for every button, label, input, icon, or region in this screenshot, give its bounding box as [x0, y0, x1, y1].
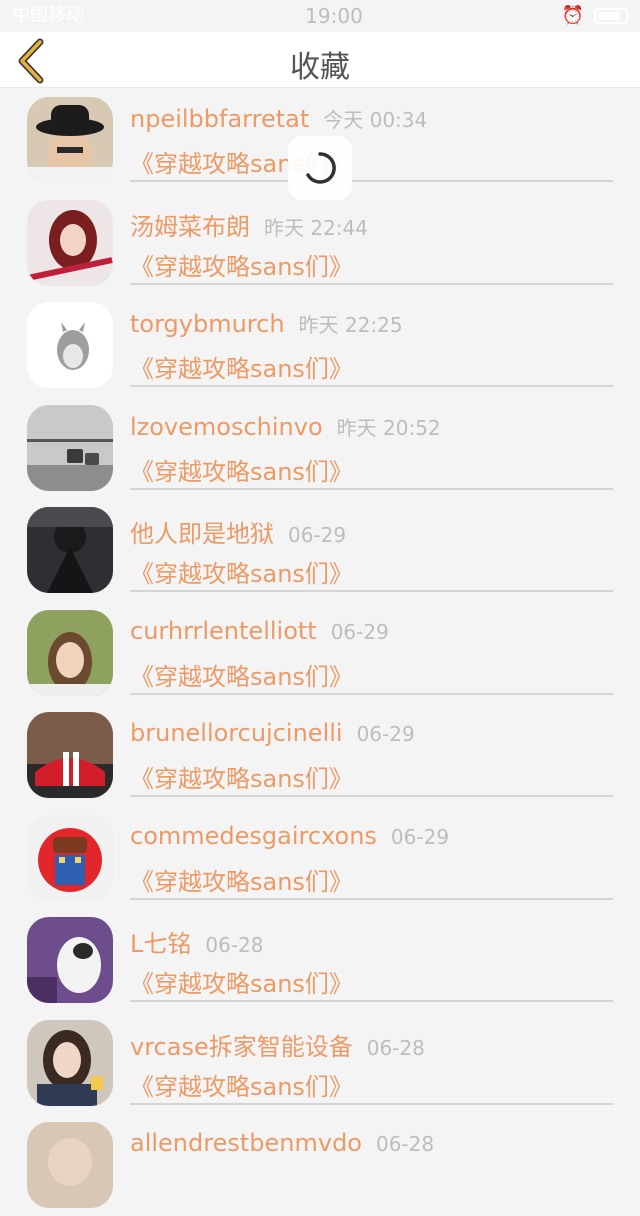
item-meta: 他人即是地狱 06-29 [130, 514, 346, 549]
list-item[interactable]: lzovemoschinvo 昨天 20:52 《穿越攻略sans们》 [0, 396, 640, 499]
status-bar: 中国移动 19:00 ⏰ [0, 0, 640, 32]
timestamp: 06-28 [375, 1132, 435, 1156]
divider [130, 180, 613, 182]
list-item[interactable]: 汤姆菜布朗 昨天 22:44 《穿越攻略sans们》 [0, 191, 640, 294]
timestamp: 今天 00:34 [323, 108, 428, 132]
alarm-icon: ⏰ [561, 5, 584, 26]
list-item[interactable]: allendrestbenmvdo 06-28 [0, 1113, 640, 1216]
user-name[interactable]: brunellorcujcinelli [130, 719, 343, 747]
item-meta: lzovemoschinvo 昨天 20:52 [130, 412, 441, 441]
spinner-icon [306, 152, 336, 184]
avatar[interactable] [27, 97, 113, 183]
status-time: 19:00 [305, 4, 363, 28]
user-name[interactable]: 汤姆菜布朗 [130, 213, 250, 241]
divider [130, 1000, 613, 1002]
item-meta: curhrrlentelliott 06-29 [130, 617, 389, 645]
list-item[interactable]: brunellorcujcinelli 06-29 《穿越攻略sans们》 [0, 703, 640, 806]
item-meta: vrcase拆家智能设备 06-28 [130, 1027, 425, 1062]
list-item[interactable]: torgybmurch 昨天 22:25 《穿越攻略sans们》 [0, 293, 640, 396]
divider [130, 282, 613, 285]
avatar[interactable] [27, 199, 113, 286]
status-indicators: ⏰ [562, 0, 628, 32]
user-name[interactable]: 他人即是地狱 [130, 520, 274, 548]
article-title[interactable]: 《穿越攻略sans们》 [130, 247, 353, 282]
loading-indicator [288, 136, 352, 200]
timestamp: 昨天 22:44 [264, 215, 368, 240]
article-title[interactable]: 《穿越攻略sans们》 [130, 554, 353, 589]
avatar[interactable] [27, 917, 113, 1003]
avatar[interactable] [27, 302, 113, 388]
item-meta: allendrestbenmvdo 06-28 [130, 1129, 434, 1157]
favorites-list: npeilbbfarretat 今天 00:34 《穿越攻略sans们》 汤姆菜布… [0, 88, 640, 1216]
avatar[interactable] [27, 814, 113, 901]
article-title[interactable]: 《穿越攻略sans们》 [130, 349, 353, 384]
user-name[interactable]: vrcase拆家智能设备 [130, 1033, 353, 1061]
list-item[interactable]: commedesgaircxons 06-29 《穿越攻略sans们》 [0, 806, 640, 909]
article-title[interactable]: 《穿越攻略sans们》 [130, 452, 353, 487]
timestamp: 06-28 [366, 1035, 425, 1060]
divider [130, 590, 613, 592]
user-name[interactable]: commedesgaircxons [130, 822, 377, 850]
timestamp: 06-29 [330, 619, 389, 644]
list-item[interactable]: 他人即是地狱 06-29 《穿越攻略sans们》 [0, 498, 640, 601]
avatar[interactable] [27, 609, 113, 696]
user-name[interactable]: curhrrlentelliott [130, 617, 317, 645]
divider [130, 692, 613, 695]
avatar[interactable] [27, 712, 113, 798]
item-meta: brunellorcujcinelli 06-29 [130, 719, 415, 747]
list-item[interactable]: curhrrlentelliott 06-29 《穿越攻略sans们》 [0, 601, 640, 704]
item-meta: 汤姆菜布朗 昨天 22:44 [130, 207, 368, 242]
article-title[interactable]: 《穿越攻略sans们》 [130, 657, 353, 692]
list-item[interactable]: L七铭 06-28 《穿越攻略sans们》 [0, 908, 640, 1011]
item-meta: torgybmurch 昨天 22:25 [130, 309, 403, 338]
article-title[interactable]: 《穿越攻略sans们》 [130, 1067, 353, 1102]
battery-icon [594, 8, 628, 24]
page-title: 收藏 [290, 50, 350, 85]
avatar[interactable] [27, 404, 113, 491]
list-item[interactable]: vrcase拆家智能设备 06-28 《穿越攻略sans们》 [0, 1011, 640, 1114]
timestamp: 06-29 [390, 824, 450, 849]
avatar[interactable] [27, 1019, 113, 1106]
item-meta: L七铭 06-28 [130, 924, 264, 959]
item-meta: npeilbbfarretat 今天 00:34 [130, 104, 427, 133]
user-name[interactable]: torgybmurch [130, 310, 285, 338]
article-title[interactable]: 《穿越攻略sans们》 [130, 759, 353, 794]
avatar[interactable] [27, 1122, 113, 1208]
user-name[interactable]: allendrestbenmvdo [130, 1129, 362, 1157]
article-title[interactable]: 《穿越攻略sans们》 [130, 862, 353, 897]
user-name[interactable]: npeilbbfarretat [130, 105, 309, 133]
avatar[interactable] [27, 507, 113, 593]
divider [130, 1102, 613, 1105]
user-name[interactable]: lzovemoschinvo [130, 413, 323, 441]
divider [130, 487, 613, 490]
timestamp: 06-29 [356, 722, 415, 746]
item-meta: commedesgaircxons 06-29 [130, 822, 449, 850]
divider [130, 897, 613, 900]
divider [130, 795, 613, 797]
timestamp: 06-29 [288, 523, 347, 547]
navigation-bar: 收藏 [0, 32, 640, 88]
timestamp: 昨天 22:25 [298, 313, 403, 337]
timestamp: 昨天 20:52 [336, 415, 441, 440]
divider [130, 385, 613, 387]
timestamp: 06-28 [205, 933, 264, 957]
user-name[interactable]: L七铭 [130, 930, 191, 958]
article-title[interactable]: 《穿越攻略sans们》 [130, 964, 353, 999]
